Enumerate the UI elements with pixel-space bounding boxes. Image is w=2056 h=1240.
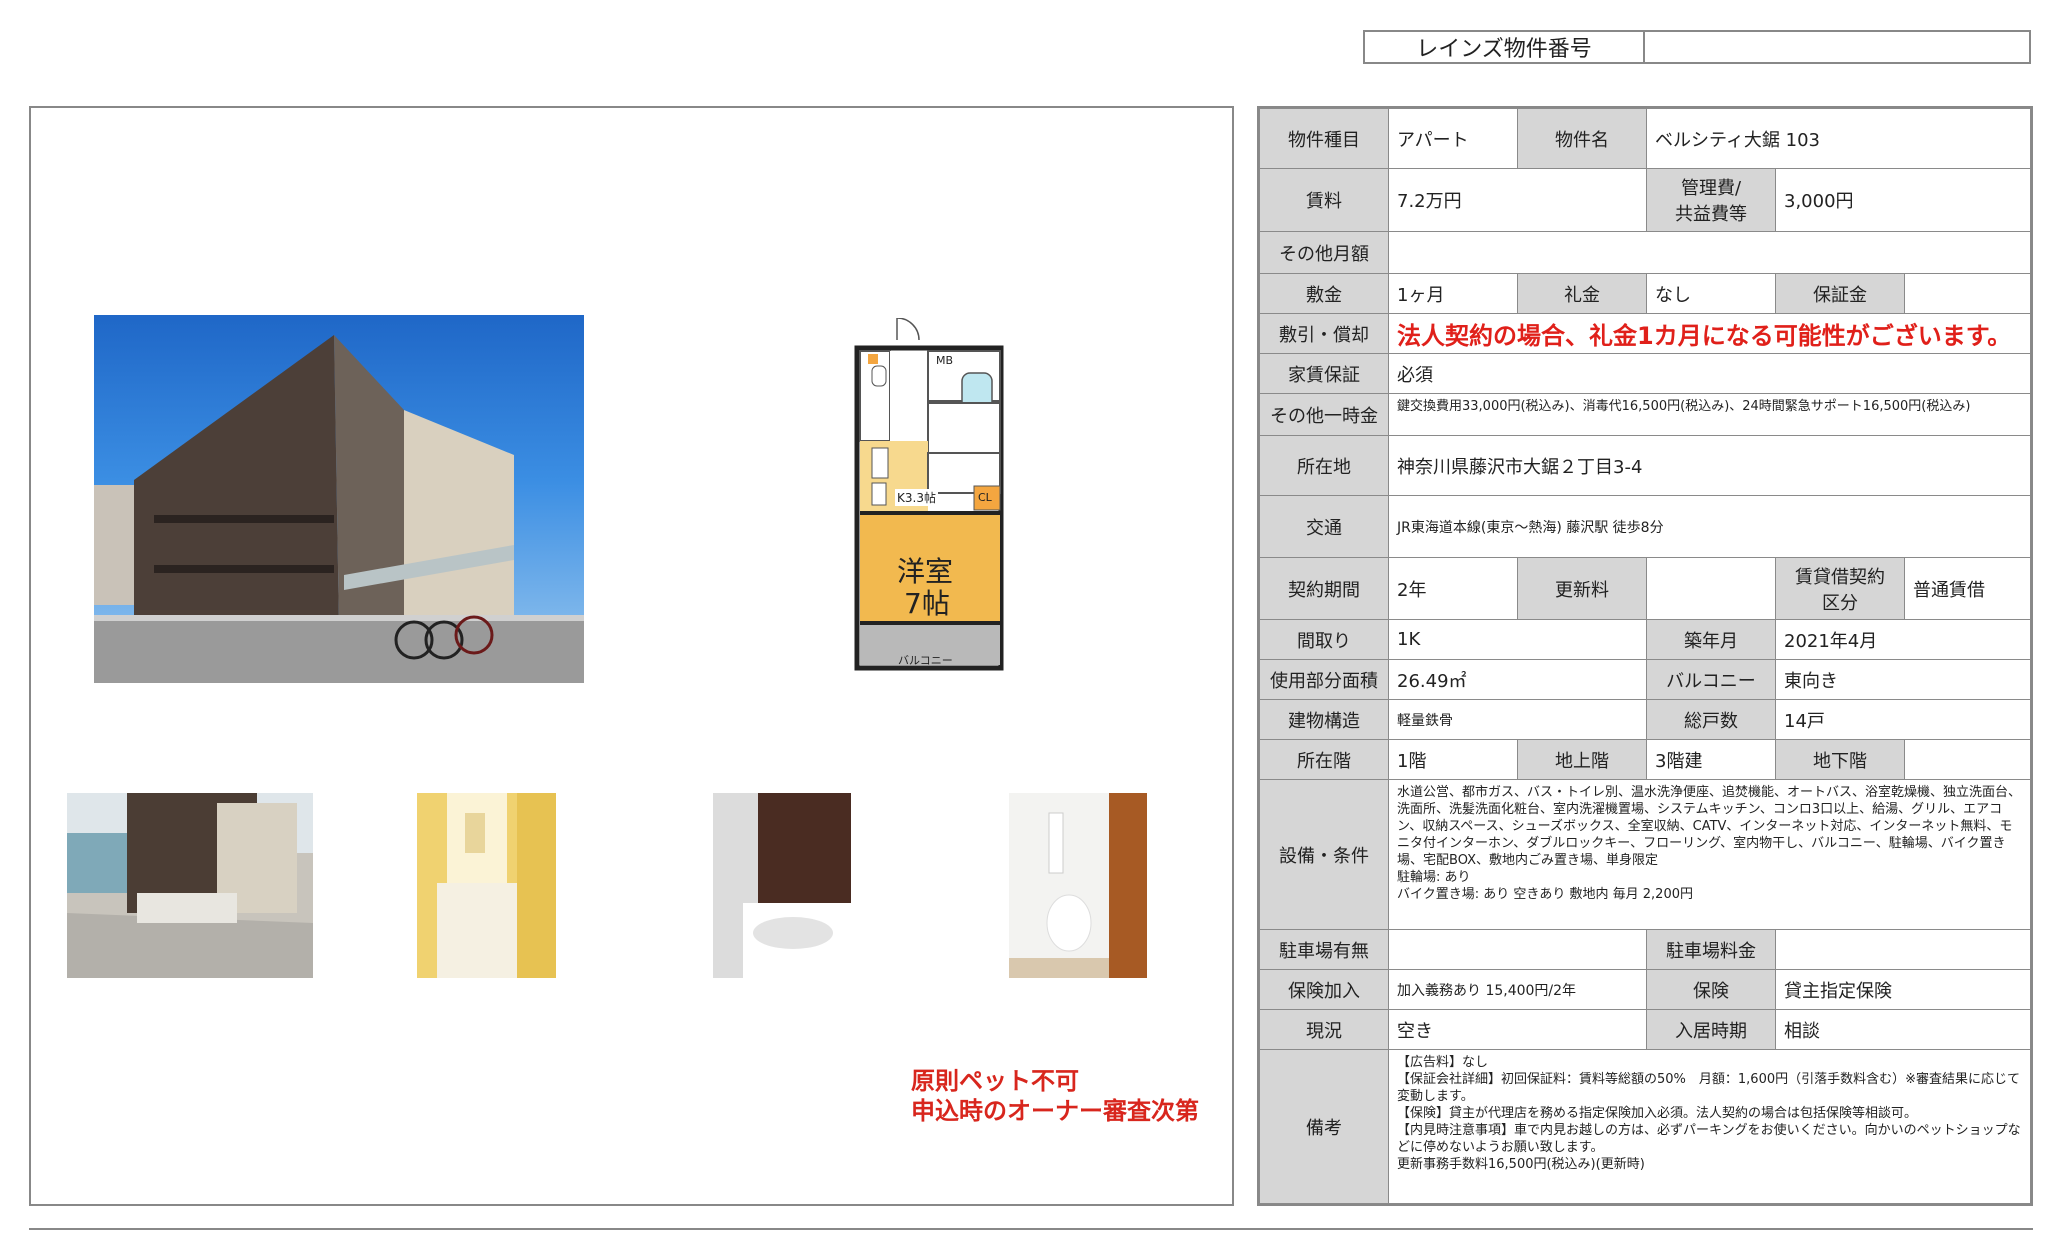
other-onetime-label: その他一時金	[1259, 393, 1389, 436]
remarks-label: 備考	[1259, 1049, 1389, 1204]
type-value: アパート	[1388, 108, 1518, 169]
parking-label: 駐車場有無	[1259, 929, 1389, 970]
units-value: 14戸	[1775, 699, 2031, 740]
built-value: 2021年4月	[1775, 619, 2031, 660]
floor-plan: MB K3.3帖 CL 洋室 7帖 バルコニー	[852, 317, 1006, 680]
guarantee-money-label: 保証金	[1775, 273, 1905, 314]
parking-value	[1388, 929, 1647, 970]
balcony-label: バルコニー	[1646, 659, 1776, 700]
mgmt-label: 管理費/共益費等	[1646, 168, 1776, 232]
insurance-type-label: 保険	[1646, 969, 1776, 1010]
term-label: 契約期間	[1259, 557, 1389, 620]
units-label: 総戸数	[1646, 699, 1776, 740]
pet-note: 原則ペット不可 申込時のオーナー審査次第	[911, 1066, 1199, 1126]
term-value: 2年	[1388, 557, 1518, 620]
transport-value: JR東海道本線(東京～熱海) 藤沢駅 徒歩8分	[1388, 495, 2031, 558]
floorplan-mb-label: MB	[936, 354, 954, 367]
below-label: 地下階	[1775, 739, 1905, 780]
reins-number-box: レインズ物件番号	[1363, 30, 2031, 64]
deposit-label: 敷金	[1259, 273, 1389, 314]
below-value	[1904, 739, 2031, 780]
reins-number-value	[1645, 32, 2029, 62]
above-label: 地上階	[1517, 739, 1647, 780]
shikibiki-value: 法人契約の場合、礼金1カ月になる可能性がございます。	[1388, 313, 2031, 354]
insurance-value: 加入義務あり 15,400円/2年	[1388, 969, 1647, 1010]
name-value: ベルシティ大鋸 103	[1646, 108, 2031, 169]
deposit-value: 1ヶ月	[1388, 273, 1518, 314]
shikibiki-label: 敷引・償却	[1259, 313, 1389, 354]
reins-number-label: レインズ物件番号	[1365, 32, 1645, 62]
building-exterior-photo	[94, 315, 584, 683]
next-section-edge	[29, 1228, 2033, 1240]
other-monthly-label: その他月額	[1259, 231, 1389, 274]
above-value: 3階建	[1646, 739, 1776, 780]
rent-guarantee-label: 家賃保証	[1259, 353, 1389, 394]
status-label: 現況	[1259, 1009, 1389, 1050]
facilities-value: 水道公営、都市ガス、バス・トイレ別、温水洗浄便座、追焚機能、オートバス、浴室乾燥…	[1388, 779, 2031, 930]
layout-label: 間取り	[1259, 619, 1389, 660]
property-spec-table: 物件種目 アパート 物件名 ベルシティ大鋸 103 賃料 7.2万円 管理費/共…	[1257, 106, 2033, 1206]
move-in-value: 相談	[1775, 1009, 2031, 1050]
renewal-label: 更新料	[1517, 557, 1647, 620]
name-label: 物件名	[1517, 108, 1647, 169]
insurance-label: 保険加入	[1259, 969, 1389, 1010]
renewal-value	[1646, 557, 1776, 620]
move-in-label: 入居時期	[1646, 1009, 1776, 1050]
lease-type-value: 普通賃借	[1904, 557, 2031, 620]
pet-note-line1: 原則ペット不可	[911, 1067, 1079, 1095]
parking-fee-label: 駐車場料金	[1646, 929, 1776, 970]
area-value: 26.49㎡	[1388, 659, 1647, 700]
rent-value: 7.2万円	[1388, 168, 1647, 232]
structure-label: 建物構造	[1259, 699, 1389, 740]
pet-note-line2: 申込時のオーナー審査次第	[911, 1097, 1199, 1125]
type-label: 物件種目	[1259, 108, 1389, 169]
status-value: 空き	[1388, 1009, 1647, 1050]
key-money-label: 礼金	[1517, 273, 1647, 314]
other-onetime-value: 鍵交換費用33,000円(税込み)、消毒代16,500円(税込み)、24時間緊急…	[1388, 393, 2031, 436]
transport-label: 交通	[1259, 495, 1389, 558]
balcony-value: 東向き	[1775, 659, 2031, 700]
rent-label: 賃料	[1259, 168, 1389, 232]
address-value: 神奈川県藤沢市大鋸２丁目3-4	[1388, 435, 2031, 496]
floor-label: 所在階	[1259, 739, 1389, 780]
insurance-type-value: 貸主指定保険	[1775, 969, 2031, 1010]
lease-type-label: 賃貸借契約 区分	[1775, 557, 1905, 620]
floorplan-room-size: 7帖	[904, 587, 950, 620]
parking-fee-value	[1775, 929, 2031, 970]
layout-value: 1K	[1388, 619, 1647, 660]
washbasin-photo	[417, 793, 556, 978]
guarantee-money-value	[1904, 273, 2031, 314]
floorplan-kitchen-label: K3.3帖	[895, 489, 938, 506]
toilet-photo	[1009, 793, 1147, 978]
rent-guarantee-value: 必須	[1388, 353, 2031, 394]
bathroom-photo	[713, 793, 851, 978]
mgmt-value: 3,000円	[1775, 168, 2031, 232]
area-label: 使用部分面積	[1259, 659, 1389, 700]
key-money-value: なし	[1646, 273, 1776, 314]
other-monthly-value	[1388, 231, 2031, 274]
floorplan-cl-label: CL	[978, 491, 992, 504]
address-label: 所在地	[1259, 435, 1389, 496]
floor-value: 1階	[1388, 739, 1518, 780]
built-label: 築年月	[1646, 619, 1776, 660]
facilities-label: 設備・条件	[1259, 779, 1389, 930]
remarks-value: 【広告料】なし 【保証会社詳細】初回保証料：賃料等総額の50% 月額：1,600…	[1388, 1049, 2031, 1204]
structure-value: 軽量鉄骨	[1388, 699, 1647, 740]
entrance-photo	[67, 793, 313, 978]
floorplan-balcony-label: バルコニー	[898, 654, 953, 667]
